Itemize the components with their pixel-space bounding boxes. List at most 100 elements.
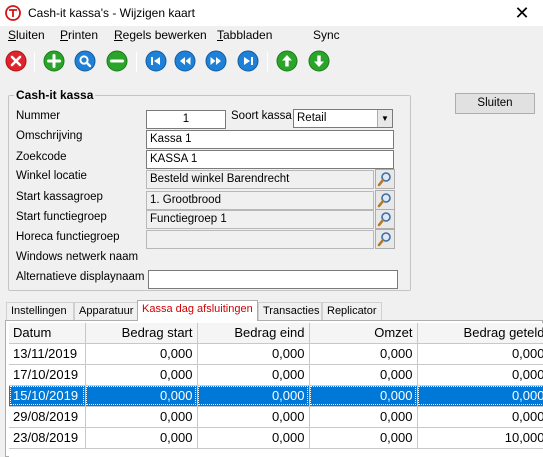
menu-regels-mnemonic: R <box>114 28 123 42</box>
winkel-locatie-label: Winkel locatie <box>16 170 87 182</box>
start-kassagroep-label: Start kassagroep <box>16 191 103 203</box>
column-header-datum[interactable]: Datum <box>9 323 86 344</box>
table-row[interactable]: 17/10/2019 0,000 0,000 0,000 0,000 <box>9 364 543 386</box>
tab-replicator[interactable]: Replicator <box>322 302 382 320</box>
next-record-button[interactable] <box>205 50 227 72</box>
cell-bedrag-start: 0,000 <box>85 406 198 428</box>
close-record-button[interactable] <box>5 50 27 72</box>
soort-kassa-value: Retail <box>297 112 327 124</box>
menu-sluiten-rest: luiten <box>16 28 45 42</box>
chevron-down-icon[interactable]: ▼ <box>377 110 392 127</box>
magnifier-icon <box>377 172 391 187</box>
menu-tabbladen-rest: abbladen <box>223 28 273 42</box>
x-icon <box>5 50 27 72</box>
omschrijving-field[interactable]: Kassa 1 <box>146 130 394 149</box>
first-record-button[interactable] <box>145 50 167 72</box>
minus-icon <box>106 50 128 72</box>
magnifier-icon <box>377 212 391 227</box>
soort-kassa-label: Soort kassa <box>231 110 292 122</box>
cell-omzet: 0,000 <box>309 406 418 428</box>
tab-apparatuur[interactable]: Apparatuur <box>74 302 138 320</box>
magnifier-icon <box>377 232 391 247</box>
cell-bedrag-geteld: 0,000 <box>417 385 543 407</box>
functiegroep-lookup-button[interactable] <box>375 209 395 229</box>
omschrijving-label: Omschrijving <box>16 130 83 142</box>
start-functiegroep-field: Functiegroep 1 <box>146 210 374 229</box>
cell-bedrag-start: 0,000 <box>85 427 198 449</box>
table-row-selected[interactable]: 15/10/2019 0,000 0,000 0,000 0,000 <box>9 385 543 407</box>
previous-icon <box>174 50 196 72</box>
title-bar: Cash-it kassa's - Wijzigen kaart ✕ <box>0 0 543 26</box>
search-record-button[interactable] <box>74 50 96 72</box>
sluiten-button[interactable]: Sluiten <box>455 93 535 114</box>
toolbar-separator <box>34 52 35 72</box>
menu-regels-rest: egels bewerken <box>122 28 207 42</box>
horeca-functiegroep-label: Horeca functiegroep <box>16 231 120 243</box>
alternatieve-displaynaam-label: Alternatieve displaynaam <box>16 271 145 283</box>
toolbar <box>0 46 543 78</box>
cell-bedrag-start: 0,000 <box>85 343 198 365</box>
cell-bedrag-geteld: 10,000 <box>417 427 543 449</box>
cell-bedrag-start: 0,000 <box>85 364 198 386</box>
table-row[interactable]: 23/08/2019 0,000 0,000 0,000 10,000 <box>9 427 543 449</box>
cell-datum: 17/10/2019 <box>9 364 86 386</box>
menu-printen-rest: rinten <box>68 28 99 42</box>
add-record-button[interactable] <box>43 50 65 72</box>
cell-omzet: 0,000 <box>309 364 418 386</box>
zoekcode-field[interactable]: KASSA 1 <box>146 150 394 169</box>
tab-instellingen[interactable]: Instellingen <box>6 302 74 320</box>
nummer-label: Nummer <box>16 110 61 122</box>
afsluitingen-grid[interactable]: Datum Bedrag start Bedrag eind Omzet Bed… <box>9 323 543 457</box>
window-title: Cash-it kassa's - Wijzigen kaart <box>28 6 196 20</box>
grid-header-row: Datum Bedrag start Bedrag eind Omzet Bed… <box>9 323 543 344</box>
last-record-button[interactable] <box>237 50 259 72</box>
menu-regels-bewerken[interactable]: Regels bewerken <box>114 28 207 42</box>
winkel-locatie-field: Besteld winkel Barendrecht <box>146 170 374 189</box>
arrow-up-icon <box>276 50 298 72</box>
column-header-omzet[interactable]: Omzet <box>309 323 418 344</box>
table-row[interactable]: 13/11/2019 0,000 0,000 0,000 0,000 <box>9 343 543 365</box>
cell-datum: 29/08/2019 <box>9 406 86 428</box>
toolbar-separator <box>267 52 268 72</box>
kassagroep-lookup-button[interactable] <box>375 190 395 210</box>
group-title: Cash-it kassa <box>14 88 96 102</box>
start-functiegroep-label: Start functiegroep <box>16 211 107 223</box>
sync-up-button[interactable] <box>276 50 298 72</box>
horeca-lookup-button[interactable] <box>375 229 395 249</box>
column-header-bedrag-start[interactable]: Bedrag start <box>85 323 198 344</box>
menu-sluiten[interactable]: Sluiten <box>8 28 45 42</box>
windows-netwerk-naam-label: Windows netwerk naam <box>16 251 139 263</box>
zoekcode-label: Zoekcode <box>16 151 67 163</box>
cell-datum: 23/08/2019 <box>9 427 86 449</box>
nummer-field[interactable]: 1 <box>146 110 226 129</box>
cell-omzet: 0,000 <box>309 427 418 449</box>
cell-bedrag-eind: 0,000 <box>197 364 310 386</box>
previous-record-button[interactable] <box>174 50 196 72</box>
toolbar-separator <box>136 52 137 72</box>
horeca-functiegroep-field <box>146 230 374 249</box>
column-header-bedrag-eind[interactable]: Bedrag eind <box>197 323 310 344</box>
menu-printen[interactable]: Printen <box>60 28 98 42</box>
winkel-lookup-button[interactable] <box>375 169 395 189</box>
magnifier-icon <box>74 50 96 72</box>
column-header-bedrag-geteld[interactable]: Bedrag geteld <box>417 323 543 344</box>
menu-tabbladen[interactable]: Tabbladen <box>217 28 272 42</box>
cell-bedrag-eind: 0,000 <box>197 385 310 407</box>
alternatieve-displaynaam-field[interactable] <box>148 270 398 289</box>
sync-down-button[interactable] <box>308 50 330 72</box>
delete-record-button[interactable] <box>106 50 128 72</box>
afsluitingen-table: Datum Bedrag start Bedrag eind Omzet Bed… <box>9 323 543 449</box>
arrow-down-icon <box>308 50 330 72</box>
soort-kassa-select[interactable]: Retail ▼ <box>293 109 393 128</box>
cell-bedrag-geteld: 0,000 <box>417 364 543 386</box>
tab-kassa-dag-afsluitingen[interactable]: Kassa dag afsluitingen <box>137 300 258 321</box>
tab-transacties[interactable]: Transacties <box>258 302 322 320</box>
menu-sync[interactable]: Sync <box>313 28 340 42</box>
cell-bedrag-geteld: 0,000 <box>417 343 543 365</box>
cell-bedrag-start: 0,000 <box>85 385 198 407</box>
cell-bedrag-eind: 0,000 <box>197 343 310 365</box>
window-close-button[interactable]: ✕ <box>506 2 538 24</box>
menu-bar: Sluiten Printen Regels bewerken Tabblade… <box>0 26 543 44</box>
table-row[interactable]: 29/08/2019 0,000 0,000 0,000 0,000 <box>9 406 543 428</box>
last-icon <box>237 50 259 72</box>
